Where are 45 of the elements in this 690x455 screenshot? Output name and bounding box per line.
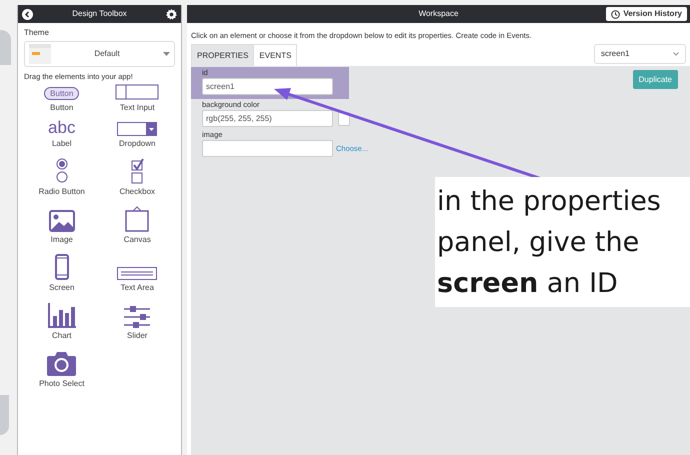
element-label[interactable]: Button <box>50 102 74 114</box>
chevron-down-icon <box>673 52 679 56</box>
image-icon <box>48 210 75 232</box>
element-label[interactable]: Dropdown <box>119 138 156 150</box>
camera-icon <box>46 352 78 376</box>
tab[interactable]: EVENTS <box>254 44 298 66</box>
button-icon: Button <box>44 87 80 100</box>
element-label[interactable]: Slider <box>127 330 148 342</box>
element-label[interactable]: Chart <box>52 330 72 342</box>
phone-icon <box>54 254 69 280</box>
text-area-icon <box>117 267 158 280</box>
checkbox-icon <box>130 158 144 184</box>
clock-icon <box>611 10 620 18</box>
element-label[interactable]: Text Input <box>120 102 155 114</box>
dropdown-icon <box>117 122 158 136</box>
tab[interactable]: PROPERTIES <box>191 44 254 66</box>
element-select[interactable]: screen1 <box>594 44 686 64</box>
element-label[interactable]: Checkbox <box>119 186 156 198</box>
theme-preview-icon <box>29 44 51 64</box>
back-icon[interactable] <box>22 8 33 20</box>
input-field[interactable]: rgb(255, 255, 255) <box>202 110 333 127</box>
annotation-text: in the properties panel, give the screen an ID <box>435 177 690 307</box>
slider-icon <box>123 306 152 328</box>
radio-button-icon <box>54 158 69 184</box>
caret-icon <box>163 52 170 56</box>
canvas-icon <box>124 206 150 232</box>
element-label[interactable]: Photo Select <box>39 378 84 390</box>
workspace-title: Workspace <box>418 8 458 20</box>
element-label[interactable]: Label <box>52 138 72 150</box>
bar-chart-icon <box>48 303 76 328</box>
element-label[interactable]: Screen <box>49 282 74 294</box>
label-icon: abc <box>48 119 76 136</box>
element-label[interactable]: Canvas <box>124 234 151 246</box>
side-panel-edge <box>0 30 11 65</box>
side-panel-edge <box>0 395 9 435</box>
toolbox-title: Design Toolbox <box>72 8 127 20</box>
element-label[interactable]: Text Area <box>120 282 154 294</box>
input-field[interactable]: screen1 <box>202 78 333 95</box>
element-label[interactable]: Radio Button <box>38 186 85 198</box>
version-history-button[interactable]: Version History <box>606 7 687 21</box>
input-field[interactable] <box>202 140 333 157</box>
element-label[interactable]: Image <box>50 234 73 246</box>
theme-dropdown[interactable]: Default <box>24 41 175 67</box>
theme-label: Theme <box>24 27 50 39</box>
settings-icon[interactable] <box>166 8 177 20</box>
